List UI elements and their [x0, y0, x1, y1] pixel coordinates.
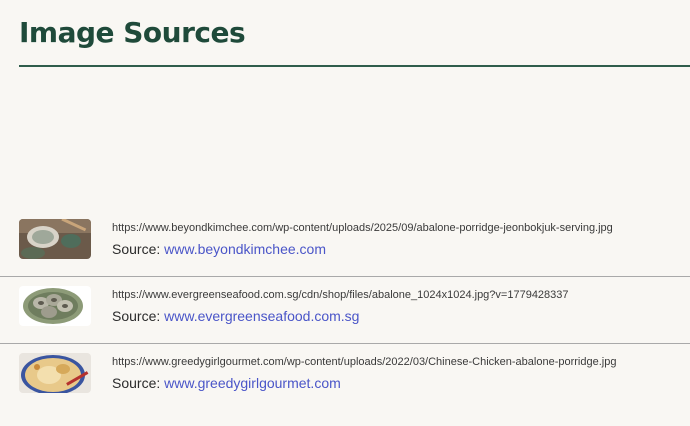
image-url: https://www.evergreenseafood.com.sg/cdn/…	[112, 289, 569, 301]
source-link[interactable]: www.beyondkimchee.com	[164, 241, 326, 257]
source-line: Source: www.evergreenseafood.com.sg	[112, 308, 359, 324]
source-link[interactable]: www.evergreenseafood.com.sg	[164, 308, 359, 324]
source-label: Source:	[112, 375, 161, 391]
source-label: Source:	[112, 308, 161, 324]
sources-list: https://www.beyondkimchee.com/wp-content…	[0, 210, 690, 410]
source-label: Source:	[112, 241, 161, 257]
image-url: https://www.beyondkimchee.com/wp-content…	[112, 222, 613, 234]
source-link[interactable]: www.greedygirlgourmet.com	[164, 375, 341, 391]
abalone-porridge-thumbnail	[19, 219, 91, 259]
source-line: Source: www.beyondkimchee.com	[112, 241, 326, 257]
source-row: https://www.beyondkimchee.com/wp-content…	[0, 210, 690, 277]
abalone-plate-thumbnail	[19, 286, 91, 326]
source-row: https://www.greedygirlgourmet.com/wp-con…	[0, 344, 690, 410]
image-url: https://www.greedygirlgourmet.com/wp-con…	[112, 356, 617, 368]
page-title: Image Sources	[19, 16, 246, 49]
chicken-abalone-porridge-thumbnail	[19, 353, 91, 393]
title-divider	[19, 65, 690, 67]
source-line: Source: www.greedygirlgourmet.com	[112, 375, 341, 391]
source-row: https://www.evergreenseafood.com.sg/cdn/…	[0, 277, 690, 344]
